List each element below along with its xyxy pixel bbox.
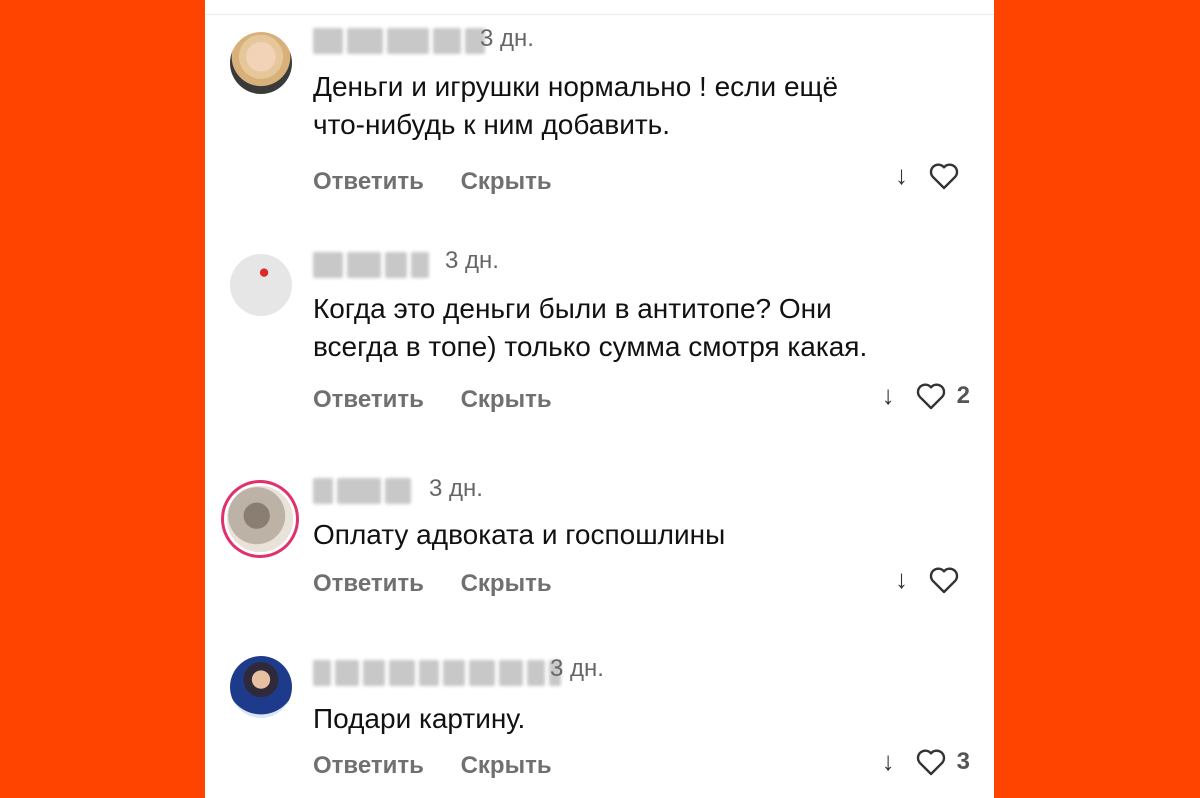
reply-button[interactable]: Ответить xyxy=(313,570,424,597)
heart-icon[interactable] xyxy=(915,747,947,777)
comment-icons: ↓ 3 xyxy=(882,746,970,777)
comment-text: Оплату адвоката и госпошлины xyxy=(313,519,726,550)
comment-time: 3 дн. xyxy=(550,655,604,682)
username-blurred[interactable] xyxy=(313,478,411,504)
avatar[interactable] xyxy=(230,32,292,94)
heart-icon[interactable] xyxy=(928,161,960,191)
comment-icons: ↓ xyxy=(895,160,970,191)
hide-button[interactable]: Скрыть xyxy=(461,752,552,779)
divider xyxy=(205,14,994,15)
comment-time: 3 дн. xyxy=(445,247,499,274)
like-count: 3 xyxy=(956,747,970,775)
hide-button[interactable]: Скрыть xyxy=(461,570,552,597)
username-blurred[interactable] xyxy=(313,660,561,686)
comments-panel: 3 дн. Деньги и игрушки нормально ! если … xyxy=(205,0,994,798)
comment-text: Подари картину. xyxy=(313,703,526,734)
reply-button[interactable]: Ответить xyxy=(313,752,424,779)
down-arrow-icon[interactable]: ↓ xyxy=(895,160,908,191)
comment-actions: Ответить Скрыть xyxy=(313,168,582,196)
comment-text: Деньги и игрушки нормально ! если ещё чт… xyxy=(313,71,839,140)
heart-icon[interactable] xyxy=(928,565,960,595)
comment-icons: ↓ xyxy=(895,564,970,595)
avatar[interactable] xyxy=(230,656,292,718)
comment-actions: Ответить Скрыть xyxy=(313,386,582,414)
down-arrow-icon[interactable]: ↓ xyxy=(882,746,895,777)
comment-time: 3 дн. xyxy=(480,25,534,52)
username-blurred[interactable] xyxy=(313,28,485,54)
comment-time: 3 дн. xyxy=(429,475,483,502)
hide-button[interactable]: Скрыть xyxy=(461,386,552,413)
avatar[interactable] xyxy=(227,486,293,552)
like-count: 2 xyxy=(956,381,970,409)
comment-icons: ↓ 2 xyxy=(882,380,970,411)
down-arrow-icon[interactable]: ↓ xyxy=(882,380,895,411)
heart-icon[interactable] xyxy=(915,381,947,411)
comment-actions: Ответить Скрыть xyxy=(313,752,582,780)
username-blurred[interactable] xyxy=(313,252,429,278)
comment-actions: Ответить Скрыть xyxy=(313,570,582,598)
reply-button[interactable]: Ответить xyxy=(313,386,424,413)
down-arrow-icon[interactable]: ↓ xyxy=(895,564,908,595)
hide-button[interactable]: Скрыть xyxy=(461,168,552,195)
avatar[interactable] xyxy=(230,254,292,316)
reply-button[interactable]: Ответить xyxy=(313,168,424,195)
comment-text: Когда это деньги были в антитопе? Они вс… xyxy=(313,293,868,362)
